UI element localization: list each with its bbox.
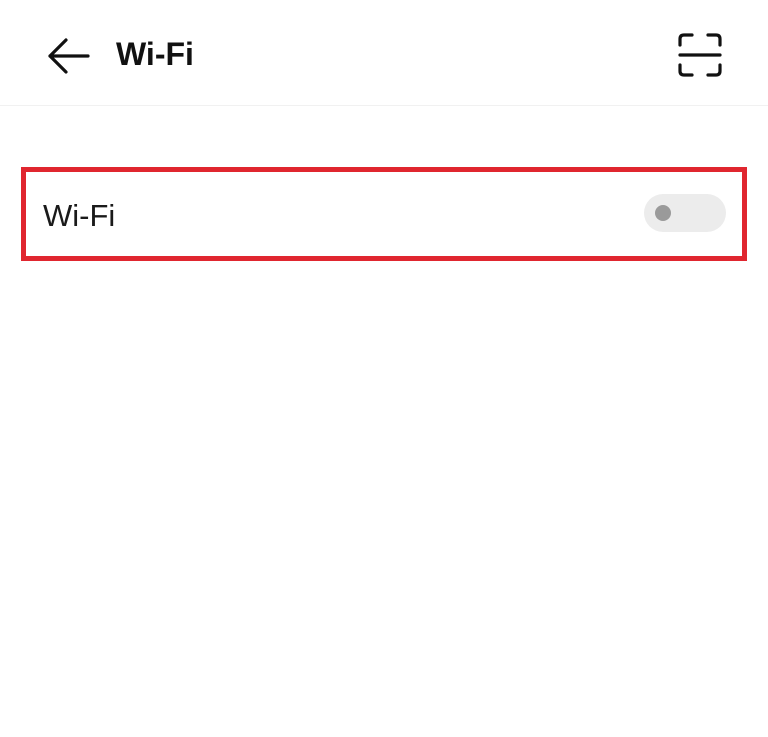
wifi-toggle-switch[interactable] [644, 194, 726, 232]
back-arrow-icon [48, 38, 90, 74]
app-header: Wi-Fi [0, 0, 768, 106]
back-button[interactable] [38, 28, 98, 84]
scan-button[interactable] [666, 26, 734, 84]
scan-icon [678, 33, 722, 77]
wifi-settings-screen: Wi-Fi Wi-Fi [0, 0, 768, 737]
wifi-setting-label: Wi-Fi [43, 198, 116, 233]
toggle-knob [655, 205, 671, 221]
page-title: Wi-Fi [116, 36, 194, 72]
wifi-setting-row[interactable]: Wi-Fi [21, 167, 747, 261]
